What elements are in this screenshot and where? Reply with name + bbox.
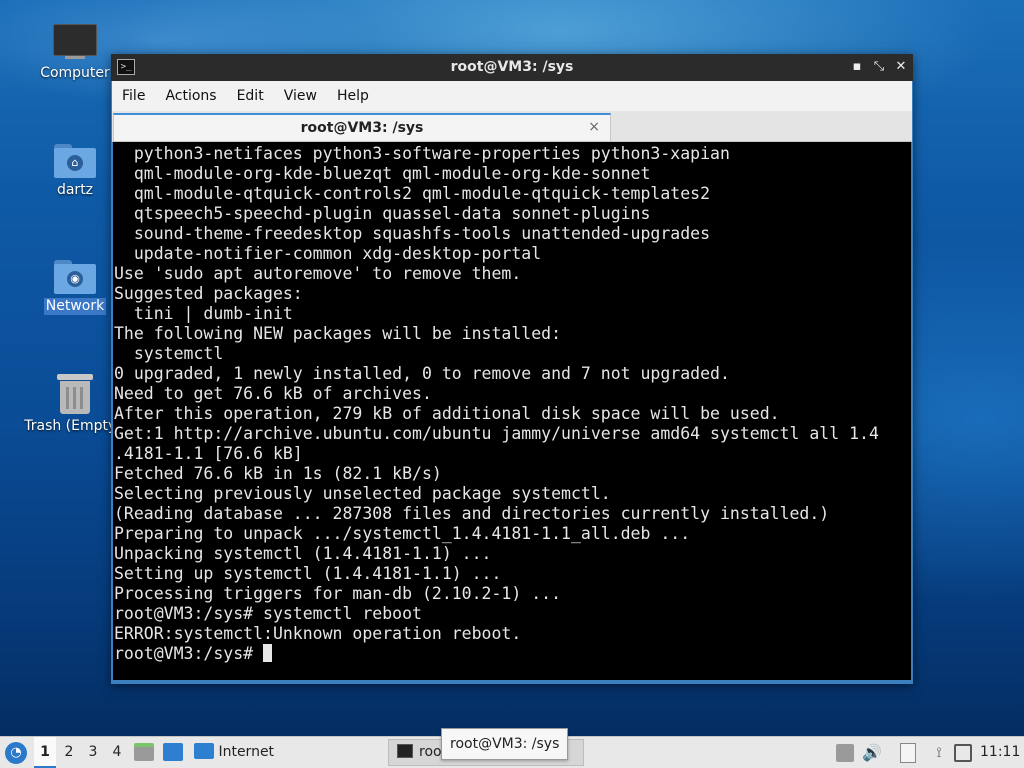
terminal-line: tini | dumb-init [114,304,293,323]
menu-actions[interactable]: Actions [155,81,226,111]
close-icon[interactable]: ✕ [893,59,909,75]
terminal-output[interactable]: python3-netifaces python3-software-prope… [113,142,911,680]
terminal-line: qml-module-qtquick-controls2 qml-module-… [114,184,711,203]
terminal-line: Selecting previously unselected package … [114,484,611,503]
terminal-line: Need to get 76.6 kB of archives. [114,384,432,403]
minimize-icon[interactable]: ▪ [849,59,865,75]
home-folder-icon: ⌂ [54,144,96,178]
terminal-line: systemctl [114,344,224,363]
workspace-2[interactable]: 2 [58,737,80,768]
terminal-line: .4181-1.1 [76.6 kB] [114,444,303,463]
trash-icon [57,374,93,414]
terminal-line: (Reading database ... 287308 files and d… [114,504,830,523]
notes-icon[interactable] [900,743,916,763]
tab-label: root@VM3: /sys [300,120,424,136]
terminal-text: python3-netifaces python3-software-prope… [113,142,911,664]
terminal-line: Unpacking systemctl (1.4.4181-1.1) ... [114,544,492,563]
terminal-line: Preparing to unpack .../systemctl_1.4.41… [114,524,691,543]
menu-view[interactable]: View [274,81,327,111]
terminal-line: Setting up systemctl (1.4.4181-1.1) ... [114,564,502,583]
window-title: root@VM3: /sys [450,59,574,75]
terminal-window: >_ root@VM3: /sys ▪ ⤡ ✕ File Actions Edit V… [111,54,913,684]
tab-bar: root@VM3: /sys × [112,111,912,142]
network-folder-icon: ◉ [54,260,96,294]
terminal-icon [397,744,413,758]
window-titlebar[interactable]: >_ root@VM3: /sys ▪ ⤡ ✕ [111,54,913,81]
start-menu-icon[interactable]: ◔ [5,742,27,764]
network-status-icon[interactable]: ⟟ [930,744,948,762]
desktop-icon-label: Network [43,298,107,315]
terminal-line: Suggested packages: [114,284,303,303]
volume-icon[interactable]: 🔊 [862,744,882,762]
show-desktop-icon[interactable] [163,743,183,761]
menu-edit[interactable]: Edit [227,81,274,111]
update-notifier-icon[interactable] [954,744,972,762]
terminal-line: python3-netifaces python3-software-prope… [114,144,730,163]
terminal-line: ERROR:systemctl:Unknown operation reboot… [114,624,522,643]
terminal-line: root@VM3:/sys# systemctl reboot [114,604,422,623]
terminal-line: qtspeech5-speechd-plugin quassel-data so… [114,204,651,223]
terminal-line: Use 'sudo apt autoremove' to remove them… [114,264,522,283]
clipboard-icon[interactable] [836,744,854,762]
terminal-line: After this operation, 279 kB of addition… [114,404,780,423]
menu-file[interactable]: File [112,81,155,111]
workspace-3[interactable]: 3 [82,737,104,768]
restore-icon[interactable]: ⤡ [871,59,887,75]
taskbar-tooltip: root@VM3: /sys [441,728,569,760]
terminal-line: qml-module-org-kde-bluezqt qml-module-or… [114,164,651,183]
terminal-line: Get:1 http://archive.ubuntu.com/ubuntu j… [114,424,879,443]
terminal-line: update-notifier-common xdg-desktop-porta… [114,244,542,263]
terminal-line: 0 upgraded, 1 newly installed, 0 to remo… [114,364,730,383]
desktop-icon-label: Computer [40,65,110,81]
workspace-1[interactable]: 1 [34,737,56,768]
computer-icon [53,24,97,59]
clock[interactable]: 11:11 [980,737,1020,768]
workspace-4[interactable]: 4 [106,737,128,768]
desktop-icon-label: Trash (Empty) [24,418,122,434]
tab-close-icon[interactable]: × [588,117,600,137]
tab-terminal[interactable]: root@VM3: /sys × [113,113,611,141]
terminal-prompt: root@VM3:/sys# [114,644,264,663]
menubar: File Actions Edit View Help [112,81,912,111]
terminal-line: sound-theme-freedesktop squashfs-tools u… [114,224,711,243]
internet-menu[interactable]: Internet [194,737,274,768]
file-manager-launcher-icon[interactable] [134,743,154,761]
menu-help[interactable]: Help [327,81,379,111]
terminal-cursor [263,644,273,662]
internet-label: Internet [218,744,275,760]
desktop-icon-label: dartz [56,182,94,198]
folder-icon [194,743,214,759]
terminal-line: Fetched 76.6 kB in 1s (82.1 kB/s) [114,464,442,483]
terminal-line: The following NEW packages will be insta… [114,324,562,343]
terminal-line: Processing triggers for man-db (2.10.2-1… [114,584,562,603]
